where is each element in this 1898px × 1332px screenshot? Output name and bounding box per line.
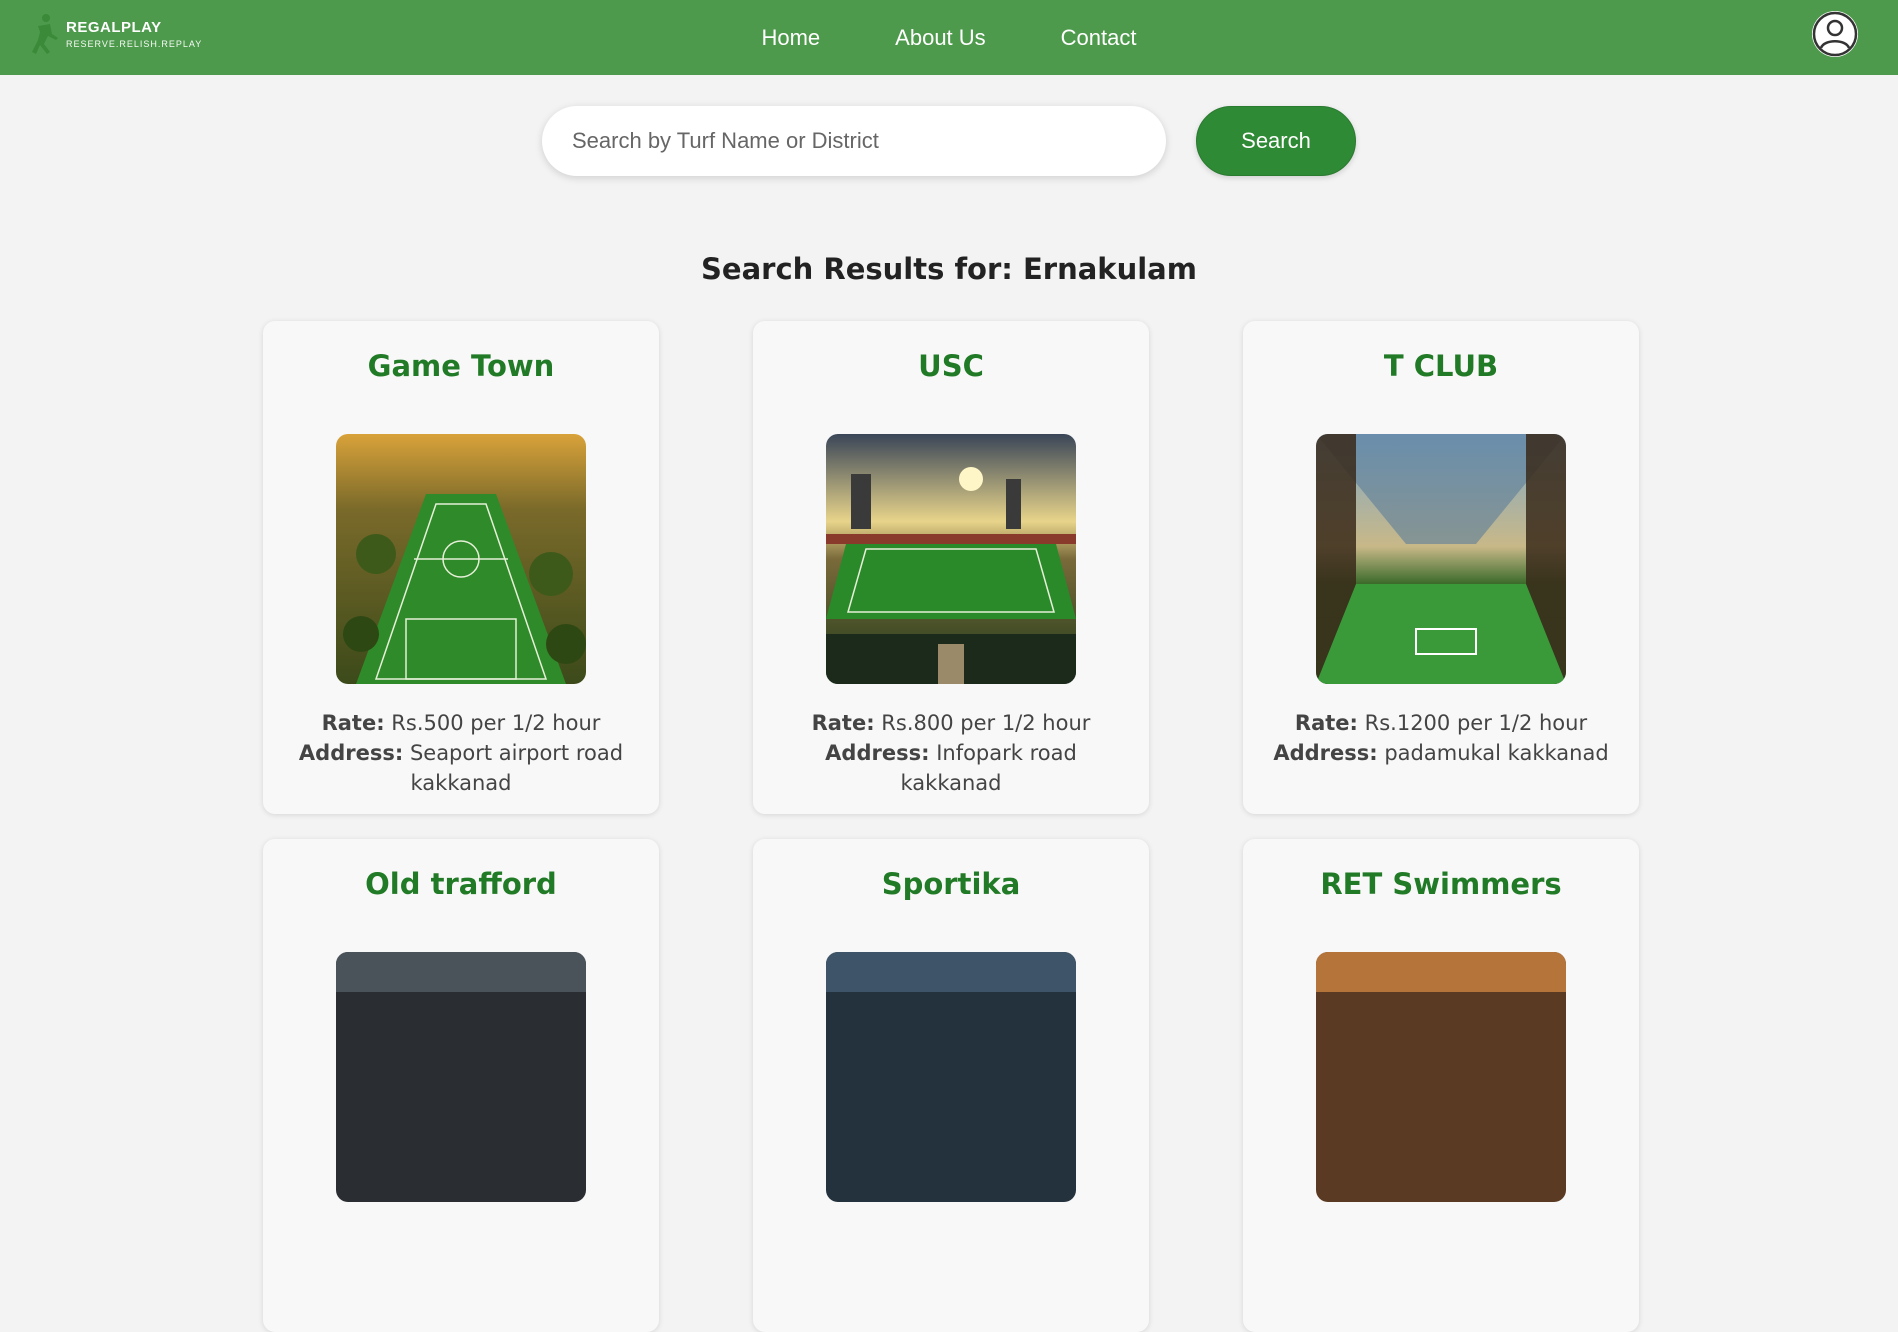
turf-rate: Rs.800 per 1/2 hour <box>881 711 1091 735</box>
turf-name: Old trafford <box>365 867 557 901</box>
results-heading: Search Results for: Ernakulam <box>701 252 1197 287</box>
address-label: Address: <box>1273 741 1378 765</box>
top-navbar: REGALPLAY RESERVE.RELISH.REPLAY Home Abo… <box>0 0 1898 75</box>
turf-card[interactable]: Game Town Rate: Rs.500 per 1/2 hour Addr… <box>263 321 659 814</box>
turf-card-grid: Game Town Rate: Rs.500 per 1/2 hour Addr… <box>263 321 1639 1332</box>
turf-image[interactable] <box>336 952 586 1202</box>
turf-image[interactable] <box>336 434 586 684</box>
brand-logo[interactable]: REGALPLAY RESERVE.RELISH.REPLAY <box>28 12 202 56</box>
nav-about-link[interactable]: About Us <box>895 25 986 51</box>
search-button[interactable]: Search <box>1196 106 1356 176</box>
turf-card[interactable]: Old trafford <box>263 839 659 1332</box>
turf-name: Sportika <box>881 867 1021 901</box>
turf-image[interactable] <box>826 952 1076 1202</box>
turf-image[interactable] <box>1316 952 1566 1202</box>
turf-name: T CLUB <box>1383 349 1499 383</box>
player-logo-icon <box>32 14 58 54</box>
rate-label: Rate: <box>321 711 385 735</box>
turf-name: USC <box>918 349 984 383</box>
brand-tagline: RESERVE.RELISH.REPLAY <box>66 39 203 49</box>
turf-address: padamukal kakkanad <box>1384 741 1609 765</box>
turf-info: Rate: Rs.500 per 1/2 hour Address: Seapo… <box>291 708 631 798</box>
turf-info: Rate: Rs.1200 per 1/2 hour Address: pada… <box>1271 708 1611 768</box>
turf-card[interactable]: USC Rate: Rs.800 per 1/2 hour Address: I… <box>753 321 1149 814</box>
brand-name: REGALPLAY <box>66 19 162 36</box>
nav-contact-link[interactable]: Contact <box>1061 25 1137 51</box>
turf-info: Rate: Rs.800 per 1/2 hour Address: Infop… <box>781 708 1121 798</box>
turf-image[interactable] <box>826 434 1076 684</box>
rate-label: Rate: <box>811 711 875 735</box>
rate-label: Rate: <box>1294 711 1358 735</box>
turf-address: Seaport airport road kakkanad <box>409 741 624 795</box>
turf-name: RET Swimmers <box>1320 867 1562 901</box>
user-profile-icon <box>1812 11 1858 57</box>
turf-name: Game Town <box>367 349 555 383</box>
nav-home-link[interactable]: Home <box>761 25 820 51</box>
turf-rate: Rs.1200 per 1/2 hour <box>1364 711 1588 735</box>
turf-card[interactable]: T CLUB Rate: Rs.1200 per 1/2 hour Addres… <box>1243 321 1639 814</box>
search-input[interactable] <box>542 106 1166 176</box>
address-label: Address: <box>298 741 404 765</box>
user-avatar-button[interactable] <box>1812 11 1858 57</box>
turf-rate: Rs.500 per 1/2 hour <box>391 711 601 735</box>
turf-card[interactable]: RET Swimmers <box>1243 839 1639 1332</box>
search-bar: Search <box>0 106 1898 176</box>
turf-card[interactable]: Sportika <box>753 839 1149 1332</box>
address-label: Address: <box>825 741 930 765</box>
turf-image[interactable] <box>1316 434 1566 684</box>
main-nav: Home About Us Contact <box>0 0 1898 75</box>
